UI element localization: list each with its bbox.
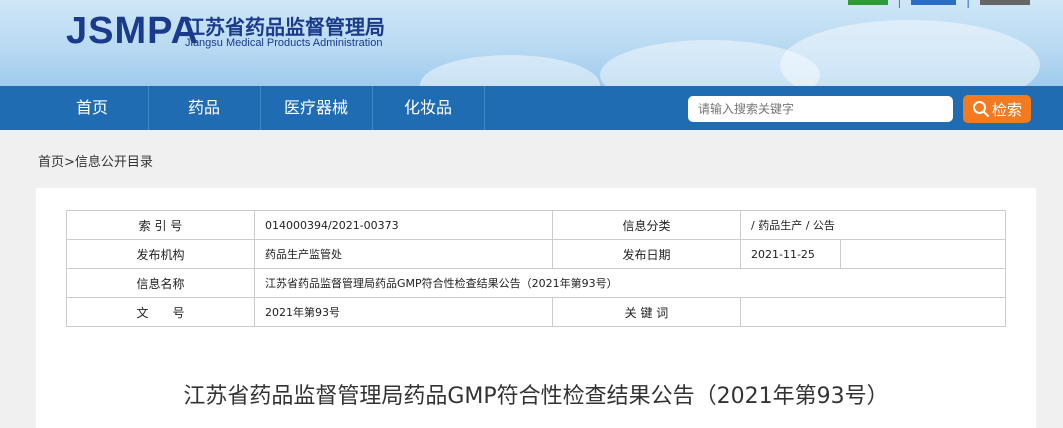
keywords-value xyxy=(740,297,1006,327)
nav-item-home[interactable]: 首页 xyxy=(36,86,149,130)
header-banner: JSMPA 江苏省药品监督管理局 Jiangsu Medical Product… xyxy=(0,0,1063,86)
top-link[interactable] xyxy=(847,0,888,5)
index-label: 索 引 号 xyxy=(66,210,255,240)
name-label: 信息名称 xyxy=(66,268,255,298)
site-title: 江苏省药品监督管理局 xyxy=(185,15,385,39)
table-row: 文 号 2021年第93号 关 键 词 xyxy=(66,297,1006,327)
search-button[interactable]: 检索 xyxy=(963,95,1031,123)
content-panel: 索 引 号 014000394/2021-00373 信息分类 / 药品生产 /… xyxy=(36,188,1036,428)
site-logo[interactable]: JSMPA xyxy=(66,10,199,53)
date-label: 发布日期 xyxy=(552,239,741,269)
doc-label: 文 号 xyxy=(66,297,255,327)
category-label: 信息分类 xyxy=(552,210,741,240)
search-icon xyxy=(972,101,989,117)
table-row: 发布机构 药品生产监管处 发布日期 2021-11-25 xyxy=(66,239,1006,269)
keywords-label: 关 键 词 xyxy=(552,297,741,327)
table-row: 索 引 号 014000394/2021-00373 信息分类 / 药品生产 /… xyxy=(66,210,1006,240)
breadcrumb[interactable]: 首页>信息公开目录 xyxy=(38,151,153,170)
name-value: 江苏省药品监督管理局药品GMP符合性检查结果公告（2021年第93号） xyxy=(254,268,1006,298)
date-value: 2021-11-25 xyxy=(740,239,841,269)
publisher-value: 药品生产监管处 xyxy=(254,239,553,269)
nav-item-cosmetics[interactable]: 化妆品 xyxy=(372,86,485,130)
top-link-separator: | xyxy=(897,0,902,8)
doc-value: 2021年第93号 xyxy=(254,297,553,327)
cloud-decoration xyxy=(780,20,1040,86)
nav-item-devices[interactable]: 医疗器械 xyxy=(260,86,373,130)
info-table: 索 引 号 014000394/2021-00373 信息分类 / 药品生产 /… xyxy=(66,210,1006,327)
table-row: 信息名称 江苏省药品监督管理局药品GMP符合性检查结果公告（2021年第93号） xyxy=(66,268,1006,298)
search-input[interactable] xyxy=(688,96,953,122)
article-title: 江苏省药品监督管理局药品GMP符合性检查结果公告（2021年第93号） xyxy=(183,384,889,409)
site-subtitle: Jiangsu Medical Products Administration xyxy=(185,37,383,49)
top-links: | | xyxy=(845,0,1033,8)
cloud-decoration xyxy=(420,55,600,86)
date-empty-cell xyxy=(840,239,1006,269)
search-button-label: 检索 xyxy=(991,100,1022,119)
top-link-separator: | xyxy=(966,0,971,8)
category-value: / 药品生产 / 公告 xyxy=(740,210,1006,240)
index-value: 014000394/2021-00373 xyxy=(254,210,553,240)
top-link[interactable] xyxy=(980,0,1030,5)
publisher-label: 发布机构 xyxy=(66,239,255,269)
nav-item-drugs[interactable]: 药品 xyxy=(148,86,261,130)
top-link[interactable] xyxy=(911,0,957,5)
